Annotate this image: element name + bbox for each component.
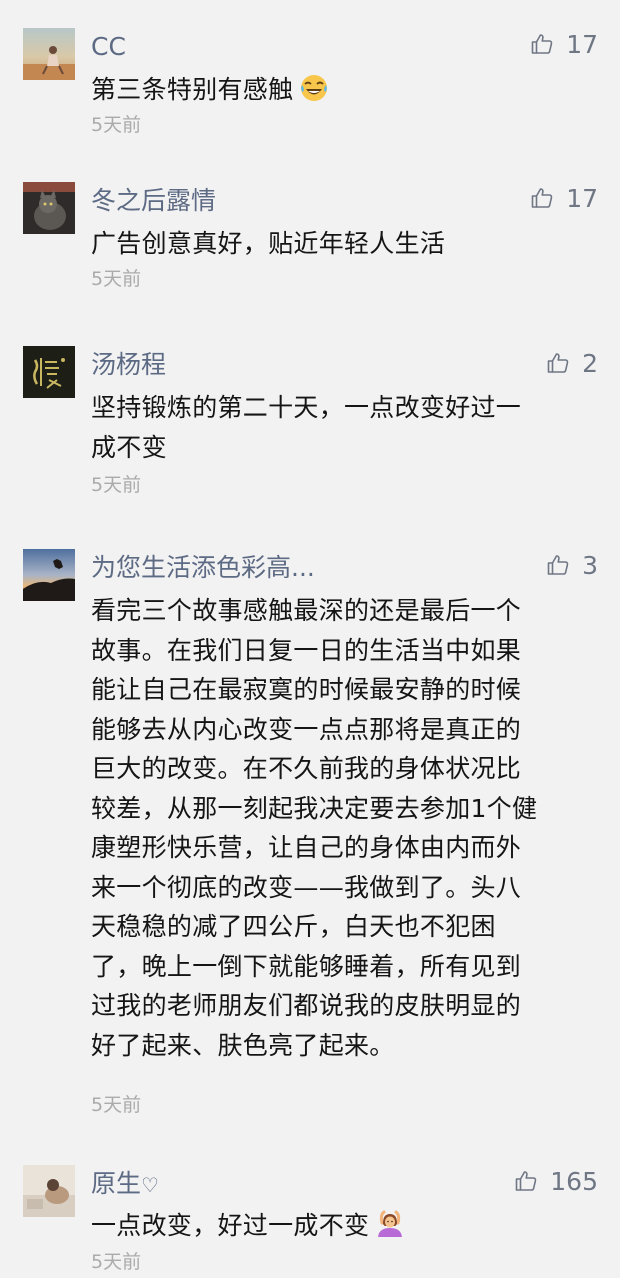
like-count: 165 <box>550 1166 598 1196</box>
commenter-name[interactable]: CC <box>91 31 126 63</box>
comment-line: 较差，从那一刻起我决定要去参加1个健 <box>91 793 538 823</box>
comment-line: 康塑形快乐营，让自己的身体由内而外 <box>91 833 522 862</box>
commenter-name[interactable]: 冬之后露情 <box>91 185 216 217</box>
comment-line: 能让自己在最寂寞的时候最安静的时候 <box>91 675 522 704</box>
like-count: 17 <box>566 183 598 213</box>
comment-line: 坚持锻炼的第二十天，一点改变好过一 <box>91 393 522 422</box>
like-button[interactable]: 17 <box>530 182 598 214</box>
comment-time: 5天前 <box>91 114 142 136</box>
heart-icon: ♡ <box>141 1173 159 1197</box>
thumbs-up-icon <box>531 34 553 54</box>
like-button[interactable]: 165 <box>514 1165 598 1197</box>
comment-item: 为您生活添色彩高... 3 看完三个故事感触最深的还是最后一个 故事。在我们日复… <box>0 535 620 1151</box>
comment-line: 故事。在我们日复一日的生活当中如果 <box>91 635 522 665</box>
comment-line: 天稳稳的减了四公斤，白天也不犯困 <box>91 912 496 941</box>
avatar[interactable] <box>23 1165 75 1217</box>
avatar[interactable] <box>23 182 75 234</box>
comment-time: 5天前 <box>91 1251 142 1273</box>
comment-time: 5天前 <box>91 268 142 290</box>
comment-line: 了，晚上一倒下就能够睡着，所有见到 <box>91 951 522 981</box>
comment-line: 一点改变，好过一成不变 <box>91 1211 370 1240</box>
comment-item: 冬之后露情 17 广告创意真好，贴近年轻人生活 5天前 <box>0 160 620 325</box>
like-count: 2 <box>582 348 598 378</box>
like-count: 17 <box>566 29 598 59</box>
comment-line: 好了起来、肤色亮了起来。 <box>91 1030 395 1060</box>
comment-text: 看完三个故事感触最深的还是最后一个 故事。在我们日复一日的生活当中如果 能让自己… <box>91 591 591 1065</box>
like-button[interactable]: 17 <box>530 28 598 60</box>
like-button[interactable]: 3 <box>546 549 598 581</box>
comment-line: 能够去从内心改变一点点那将是真正的 <box>91 714 522 744</box>
comment-line: 第三条特别有感触 <box>91 75 294 104</box>
comment-time: 5天前 <box>91 1094 142 1116</box>
comment-text: 坚持锻炼的第二十天，一点改变好过一 成不变 <box>91 388 591 467</box>
comment-item: 汤杨程 2 坚持锻炼的第二十天，一点改变好过一 成不变 5天前 <box>0 325 620 535</box>
comment-line: 过我的老师朋友们都说我的皮肤明显的 <box>91 991 522 1020</box>
comment-text: 一点改变，好过一成不变 <box>91 1206 591 1246</box>
thumbs-up-icon <box>515 1171 537 1191</box>
like-button[interactable]: 2 <box>546 347 598 379</box>
comment-item: 原生♡ 165 一点改变，好过一成不变 5天前 <box>0 1151 620 1278</box>
comment-text: 广告创意真好，贴近年轻人生活 <box>91 224 591 264</box>
commenter-name-text: 原生 <box>91 1169 142 1198</box>
thumbs-up-icon <box>547 555 569 575</box>
like-count: 3 <box>582 550 598 580</box>
comment-line: 成不变 <box>91 432 167 462</box>
avatar[interactable] <box>23 549 75 601</box>
person-gesturing-ok-emoji-icon <box>378 1210 403 1237</box>
thumbs-up-icon <box>531 188 553 208</box>
thumbs-up-icon <box>547 353 569 373</box>
commenter-name[interactable]: 原生♡ <box>91 1168 159 1201</box>
comment-line: 巨大的改变。在不久前我的身体状况比 <box>91 754 522 783</box>
avatar[interactable] <box>23 28 75 80</box>
avatar[interactable] <box>23 346 75 398</box>
laughing-crying-emoji-icon <box>301 75 328 101</box>
commenter-name[interactable]: 为您生活添色彩高... <box>91 552 315 584</box>
comment-item: CC 17 第三条特别有感触 5天前 <box>0 0 620 160</box>
comment-line: 广告创意真好，贴近年轻人生活 <box>91 229 446 258</box>
commenter-name[interactable]: 汤杨程 <box>91 349 166 381</box>
comment-time: 5天前 <box>91 474 142 496</box>
comment-line: 来一个彻底的改变——我做到了。头八 <box>91 872 522 902</box>
comment-text: 第三条特别有感触 <box>91 70 591 110</box>
comment-line: 看完三个故事感触最深的还是最后一个 <box>91 596 522 625</box>
